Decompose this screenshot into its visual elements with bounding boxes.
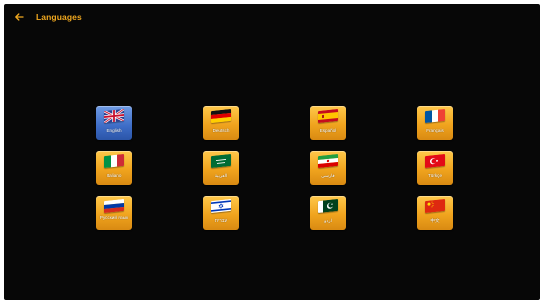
spain-flag-icon — [318, 108, 338, 124]
language-label: Русский язык — [99, 215, 129, 220]
language-label: Español — [319, 128, 337, 133]
france-flag-icon — [425, 108, 445, 124]
app-screen: Languages English Deutsch Español França… — [4, 4, 540, 300]
turkey-flag-icon — [425, 153, 445, 169]
language-tile-italiano[interactable]: Italiano — [96, 151, 132, 185]
language-label: Italiano — [106, 173, 122, 178]
language-label: Français — [426, 128, 444, 133]
language-tile-arabic[interactable]: العربية — [203, 151, 239, 185]
saudi-flag-icon — [211, 153, 231, 169]
uk-flag-icon — [104, 108, 124, 124]
language-label: עברית — [214, 218, 228, 223]
language-label: اردو — [324, 218, 332, 223]
language-tile-hebrew[interactable]: עברית — [203, 196, 239, 230]
language-label: English — [106, 128, 122, 133]
language-tile-farsi[interactable]: فارسی — [310, 151, 346, 185]
language-tile-chinese[interactable]: 中文 — [417, 196, 453, 230]
language-tile-russian[interactable]: Русский язык — [96, 196, 132, 230]
pakistan-flag-icon — [318, 198, 338, 214]
language-tile-deutsch[interactable]: Deutsch — [203, 106, 239, 140]
language-label: Deutsch — [212, 128, 230, 133]
iran-flag-icon — [318, 153, 338, 169]
language-tile-espanol[interactable]: Español — [310, 106, 346, 140]
language-tile-francais[interactable]: Français — [417, 106, 453, 140]
israel-flag-icon — [211, 198, 231, 214]
language-label: فارسی — [321, 173, 335, 178]
italy-flag-icon — [104, 153, 124, 169]
language-label: 中文 — [430, 218, 440, 223]
germany-flag-icon — [211, 108, 231, 124]
china-flag-icon — [425, 198, 445, 214]
language-label: العربية — [214, 173, 228, 178]
language-tile-urdu[interactable]: اردو — [310, 196, 346, 230]
language-tile-turkce[interactable]: Türkçe — [417, 151, 453, 185]
russia-flag-icon — [104, 198, 124, 214]
language-tile-english[interactable]: English — [96, 106, 132, 140]
language-grid: English Deutsch Español Français Italian — [4, 4, 540, 300]
language-label: Türkçe — [427, 173, 443, 178]
